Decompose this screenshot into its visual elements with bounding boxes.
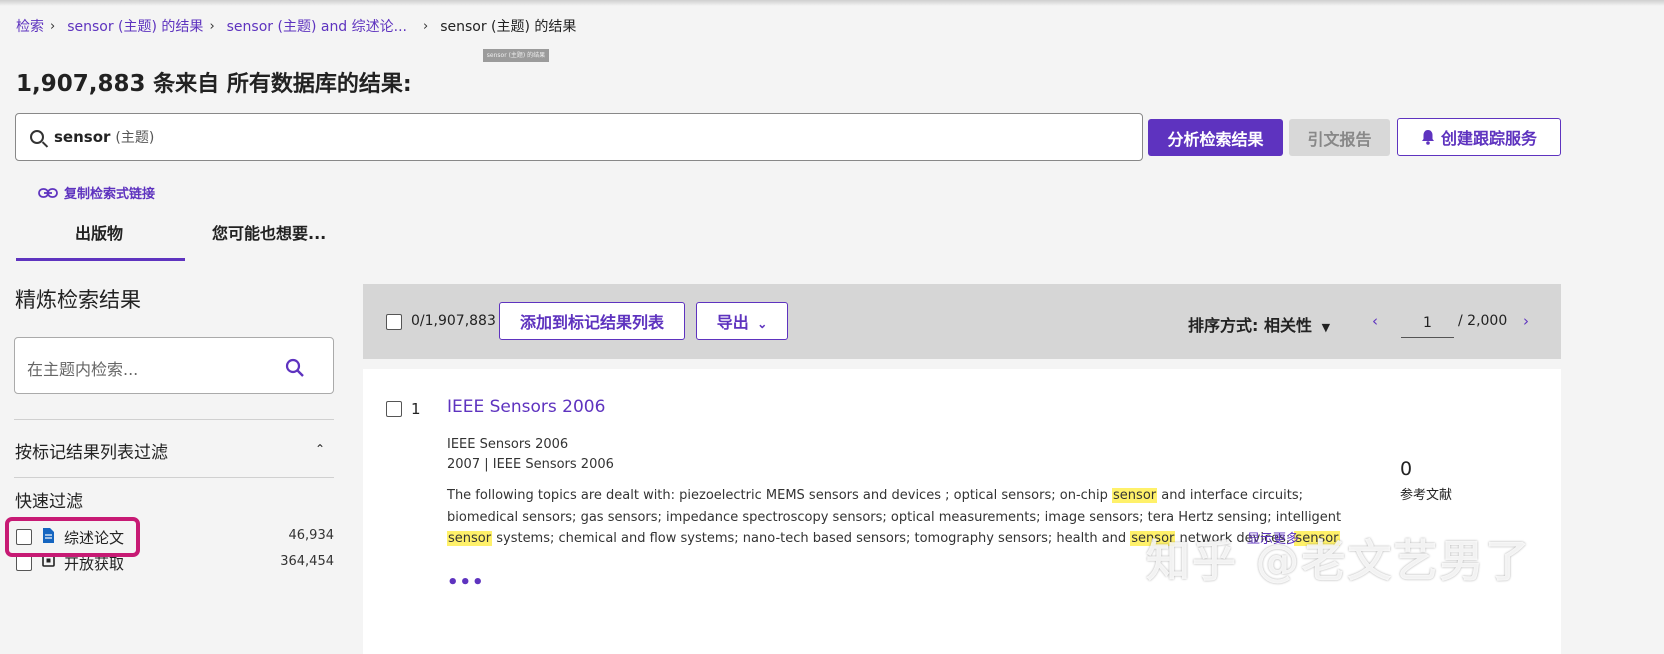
active-tab-indicator xyxy=(16,258,185,261)
selected-count: 0/1,907,883 xyxy=(411,313,496,329)
result-record: 1 IEEE Sensors 2006 IEEE Sensors 2006 20… xyxy=(363,369,1561,654)
breadcrumb: 检索 › sensor (主题) 的结果 › sensor (主题) and 综… xyxy=(16,16,576,36)
bell-icon xyxy=(1421,130,1434,145)
record-title-link[interactable]: IEEE Sensors 2006 xyxy=(447,397,605,417)
keyword-highlight: sensor xyxy=(1112,488,1158,503)
breadcrumb-item-review-results[interactable]: sensor (主题) and 综述论... xyxy=(227,16,407,36)
record-checkbox[interactable] xyxy=(386,401,402,417)
breadcrumb-item-search[interactable]: 检索 xyxy=(16,16,44,36)
citation-report-button[interactable]: 引文报告 xyxy=(1289,119,1390,156)
filter-by-marked-list[interactable]: 按标记结果列表过滤 xyxy=(15,438,168,463)
sort-dropdown[interactable]: 排序方式: 相关性 ▼ xyxy=(1188,312,1330,336)
link-icon xyxy=(38,187,58,198)
chevron-right-icon: › xyxy=(50,18,56,34)
record-index: 1 xyxy=(411,400,421,418)
chevron-left-icon[interactable]: ‹ xyxy=(1372,312,1378,330)
keyword-highlight: sensor xyxy=(447,531,493,546)
tab-you-may-also-like[interactable]: 您可能也想要... xyxy=(212,220,326,244)
search-icon[interactable] xyxy=(285,358,305,378)
checkbox[interactable] xyxy=(16,555,32,571)
abstract-text: The following topics are dealt with: pie… xyxy=(447,488,1113,503)
top-shadow xyxy=(0,0,1664,6)
copy-query-link-label: 复制检索式链接 xyxy=(64,187,156,202)
page-title: 1,907,883 条来自 所有数据库的结果: xyxy=(16,66,412,98)
select-all-checkbox[interactable] xyxy=(386,314,402,330)
more-options-icon[interactable]: ••• xyxy=(447,572,485,593)
abstract-text: systems; chemical and flow systems; nano… xyxy=(492,531,1131,546)
refine-search-placeholder: 在主题内检索... xyxy=(27,360,139,379)
page-total: / 2,000 xyxy=(1458,313,1508,329)
breadcrumb-item-results[interactable]: sensor (主题) 的结果 xyxy=(67,16,203,36)
export-button[interactable]: 导出 ⌄ xyxy=(696,302,788,340)
record-source: IEEE Sensors 2006 xyxy=(447,437,569,452)
search-query-box[interactable]: sensor (主题) xyxy=(15,113,1143,161)
results-count: 1,907,883 xyxy=(16,71,146,97)
analyze-results-button[interactable]: 分析检索结果 xyxy=(1148,119,1283,156)
divider xyxy=(14,477,334,478)
refine-search-input[interactable]: 在主题内检索... xyxy=(14,337,334,394)
export-label: 导出 xyxy=(716,315,749,332)
copy-query-link[interactable]: 复制检索式链接 xyxy=(38,183,155,202)
tooltip: sensor (主题) 的结果 xyxy=(483,49,549,62)
results-toolbar: 0/1,907,883 添加到标记结果列表 导出 ⌄ 排序方式: 相关性 ▼ ‹… xyxy=(363,284,1561,359)
tab-publications[interactable]: 出版物 xyxy=(75,220,123,244)
caret-down-icon: ▼ xyxy=(1321,321,1331,334)
create-alert-label: 创建跟踪服务 xyxy=(1440,129,1537,148)
annotation-highlight-box xyxy=(5,517,140,557)
references-count: 0 xyxy=(1400,458,1413,480)
quick-filter-count: 364,454 xyxy=(280,554,334,569)
quick-filters-title: 快速过滤 xyxy=(15,492,83,512)
page-number-input[interactable] xyxy=(1401,308,1454,338)
chevron-right-icon: › xyxy=(423,18,429,34)
refine-title: 精炼检索结果 xyxy=(15,288,141,312)
sort-label: 排序方式: 相关性 xyxy=(1188,316,1312,335)
create-alert-button[interactable]: 创建跟踪服务 xyxy=(1397,118,1561,156)
chevron-right-icon[interactable]: › xyxy=(1523,312,1529,330)
add-to-marked-list-button[interactable]: 添加到标记结果列表 xyxy=(499,302,685,340)
search-field: (主题) xyxy=(115,130,155,146)
results-count-suffix: 条来自 所有数据库的结果: xyxy=(145,72,412,97)
search-term: sensor xyxy=(54,128,111,146)
divider xyxy=(14,419,334,420)
record-year-source: 2007 | IEEE Sensors 2006 xyxy=(447,457,614,472)
breadcrumb-current: sensor (主题) 的结果 xyxy=(440,19,577,35)
chevron-down-icon: ⌄ xyxy=(757,317,768,331)
search-icon xyxy=(30,130,44,144)
results-tabs: 出版物 您可能也想要... xyxy=(16,220,356,262)
references-label: 参考文献 xyxy=(1400,488,1453,503)
watermark: 知乎 @老文艺男了 xyxy=(1146,536,1532,587)
chevron-right-icon: › xyxy=(209,18,215,34)
chevron-up-icon[interactable]: ⌃ xyxy=(315,442,325,456)
quick-filter-count: 46,934 xyxy=(288,528,335,543)
